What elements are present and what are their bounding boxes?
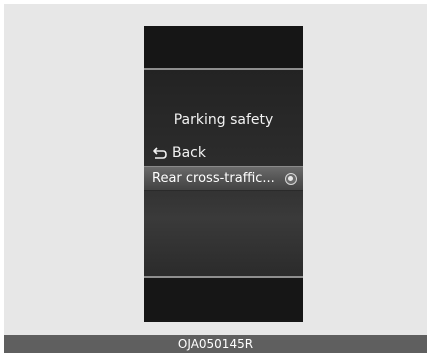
back-label: Back bbox=[172, 145, 206, 161]
display-screen: Parking safety Back Rear cross-traffic..… bbox=[144, 26, 303, 322]
image-code-caption: OJA050145R bbox=[4, 335, 427, 353]
menu-item-label: Rear cross-traffic... bbox=[152, 171, 275, 186]
figure-frame: Parking safety Back Rear cross-traffic..… bbox=[4, 4, 427, 335]
top-bar bbox=[144, 26, 303, 68]
menu-panel: Parking safety Back Rear cross-traffic..… bbox=[144, 70, 303, 276]
back-button[interactable]: Back bbox=[152, 143, 206, 163]
page-title: Parking safety bbox=[173, 112, 274, 128]
bottom-bar bbox=[144, 278, 303, 322]
radio-icon[interactable] bbox=[285, 173, 297, 185]
return-arrow-icon bbox=[153, 147, 167, 159]
menu-item-rear-cross-traffic[interactable]: Rear cross-traffic... bbox=[144, 166, 303, 191]
